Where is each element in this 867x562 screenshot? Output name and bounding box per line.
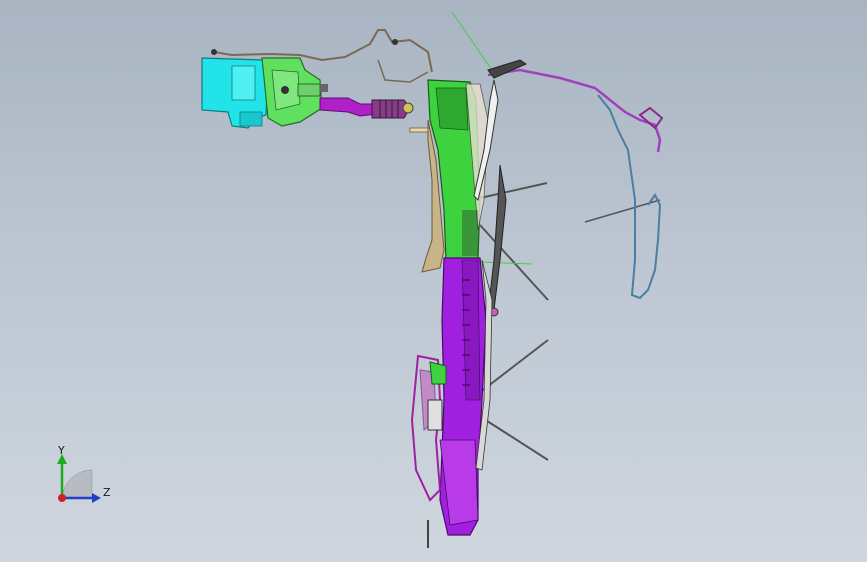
z-axis-arrowhead (92, 493, 101, 503)
reservoir-bracket[interactable] (261, 57, 328, 127)
wire-connector (392, 39, 398, 45)
cad-viewport[interactable]: Y Z (0, 0, 867, 562)
washer-hose (487, 68, 662, 153)
wire-connector (211, 49, 217, 55)
z-axis-label: Z (103, 486, 111, 499)
construction-line (479, 261, 533, 265)
model-scene[interactable] (0, 0, 867, 562)
y-axis-label: Y (58, 444, 65, 457)
hose-clip (638, 106, 664, 130)
washer-reservoir[interactable] (201, 57, 269, 129)
cowl-lower-panel[interactable] (439, 257, 487, 536)
construction-line (451, 11, 493, 71)
x-axis-dot (58, 494, 66, 502)
wire-harness (377, 59, 429, 83)
construction-line (479, 182, 548, 199)
triad-arc (61, 469, 93, 499)
filler-neck[interactable] (319, 97, 414, 119)
seal-strip (409, 127, 429, 133)
